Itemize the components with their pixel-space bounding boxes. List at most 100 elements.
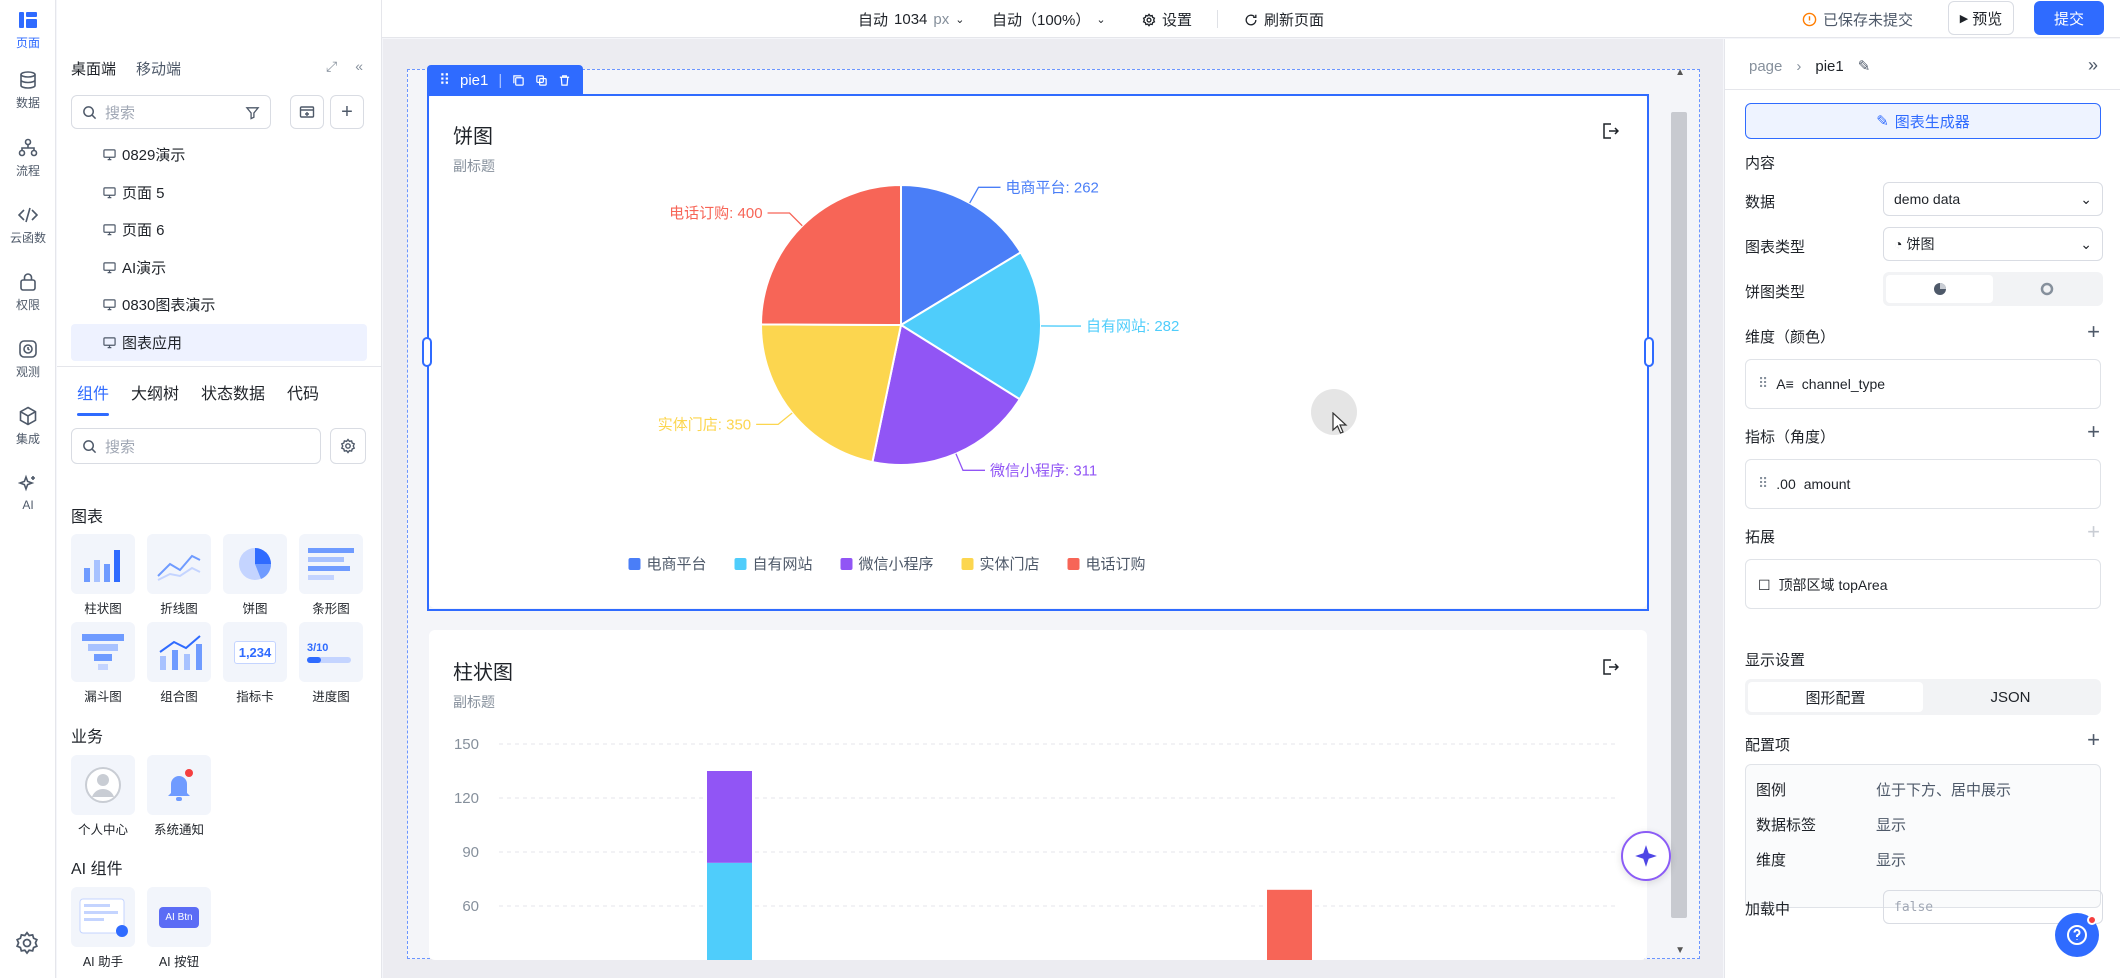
monitor-icon	[103, 299, 116, 311]
rail-item-pages[interactable]: 页面	[0, 0, 56, 60]
add-folder-button[interactable]	[290, 95, 324, 129]
refresh-button[interactable]: 刷新页面	[1244, 9, 1324, 30]
rail-item-flow[interactable]: 流程	[0, 128, 56, 188]
help-button[interactable]	[2055, 913, 2099, 957]
config-row[interactable]: 维度 显示	[1756, 849, 1906, 870]
chevron-down-icon: ⌄	[955, 14, 965, 26]
chart-generator-label: 图表生成器	[1894, 113, 1970, 131]
tab-code[interactable]: 代码	[287, 380, 319, 416]
submit-label: 提交	[2053, 10, 2084, 28]
config-row[interactable]: 数据标签 显示	[1756, 814, 1906, 835]
config-value: 显示	[1876, 817, 1907, 834]
rail-item-functions[interactable]: 云函数	[0, 195, 56, 255]
tab-mobile[interactable]: 移动端	[136, 58, 181, 79]
drag-handle-icon[interactable]: ⠿	[439, 71, 450, 89]
component-tile-ai-button[interactable]: AI Btn AI 按钮	[147, 887, 211, 970]
tab-json[interactable]: JSON	[1923, 682, 2098, 712]
add-metric-button[interactable]: +	[2087, 419, 2100, 445]
breadcrumb-root[interactable]: page	[1749, 58, 1782, 75]
canvas-scrollbar[interactable]	[1671, 112, 1687, 918]
zoom-selector[interactable]: 自动（100%） ⌄	[992, 9, 1106, 30]
gear-icon[interactable]	[14, 930, 40, 956]
tile-label: 漏斗图	[84, 690, 122, 704]
rail-item-integration[interactable]: 集成	[0, 396, 56, 456]
resize-handle-right[interactable]	[1644, 337, 1654, 367]
submit-button[interactable]: 提交	[2034, 1, 2104, 35]
component-settings-button[interactable]	[330, 428, 366, 464]
rail-item-data[interactable]: 数据	[0, 60, 56, 120]
component-tile-progress[interactable]: 3/10 进度图	[299, 622, 363, 705]
component-tile-notification[interactable]: 系统通知	[147, 755, 211, 838]
page-search-input[interactable]: 搜索	[71, 95, 271, 129]
ai-assistant-fab[interactable]	[1621, 831, 1671, 881]
filter-icon[interactable]	[245, 105, 260, 120]
metric-field[interactable]: ⠿ .00 amount	[1758, 475, 1850, 492]
width-selector[interactable]: 自动 1034 px ⌄	[858, 9, 964, 30]
scroll-up-icon[interactable]: ▲	[1675, 67, 1685, 78]
tab-outline[interactable]: 大纲树	[131, 380, 179, 416]
add-page-button[interactable]: +	[330, 95, 364, 129]
expand-icon[interactable]: ⤢	[326, 58, 337, 75]
section-title-business: 业务	[71, 729, 104, 746]
component-tile-pie[interactable]: 饼图	[223, 534, 287, 617]
page-item[interactable]: AI演示	[71, 249, 367, 287]
component-tile-hbar[interactable]: 条形图	[299, 534, 363, 617]
chart-generator-button[interactable]: ✎ 图表生成器	[1745, 103, 2101, 139]
page-item[interactable]: 0830图表演示	[71, 286, 367, 324]
chart-type-select[interactable]: ◔ 饼图 ⌄	[1883, 227, 2103, 261]
delete-icon[interactable]	[558, 74, 571, 87]
add-dimension-button[interactable]: +	[2087, 319, 2100, 345]
save-status-text: 已保存未提交	[1823, 12, 1914, 29]
component-tile-ai-assistant[interactable]: AI 助手	[71, 887, 135, 970]
checkbox-icon[interactable]: ☐	[1758, 577, 1771, 594]
config-row[interactable]: 图例 位于下方、居中展示	[1756, 779, 2011, 800]
question-icon	[2067, 925, 2087, 945]
page-item-selected[interactable]: 图表应用	[71, 323, 367, 361]
edit-icon[interactable]: ✎	[1858, 57, 1871, 75]
component-tile-bar[interactable]: 柱状图	[71, 534, 135, 617]
monitor-icon	[103, 224, 116, 236]
donut-option[interactable]	[1993, 275, 2100, 303]
data-label: 数据	[1745, 194, 1776, 211]
data-source-select[interactable]: demo data ⌄	[1883, 182, 2103, 216]
drag-handle-icon[interactable]: ⠿	[1758, 375, 1768, 392]
extend-item[interactable]: ☐ 顶部区域 topArea	[1758, 575, 1888, 595]
component-tile-line[interactable]: 折线图	[147, 534, 211, 617]
tab-state[interactable]: 状态数据	[201, 380, 265, 416]
resize-handle-left[interactable]	[422, 337, 432, 367]
dimension-field[interactable]: ⠿ A≡ channel_type	[1758, 375, 1885, 392]
pie-solid-option[interactable]	[1886, 275, 1993, 303]
settings-button[interactable]: 设置	[1142, 9, 1192, 30]
component-search-input[interactable]: 搜索	[71, 428, 321, 464]
duplicate-icon[interactable]	[535, 74, 548, 87]
ai-button-sample: AI Btn	[159, 906, 199, 928]
component-tile-combo[interactable]: 组合图	[147, 622, 211, 705]
component-tile-funnel[interactable]: 漏斗图	[71, 622, 135, 705]
tab-graphic-config[interactable]: 图形配置	[1748, 682, 1923, 712]
bar-chart-card[interactable]: 柱状图 副标题 150 120 90 60	[429, 630, 1647, 960]
drag-handle-icon[interactable]: ⠿	[1758, 475, 1768, 492]
preview-button[interactable]: ▶ 预览	[1948, 1, 2014, 35]
sparkle-icon	[1635, 845, 1657, 867]
add-config-button[interactable]: +	[2087, 727, 2100, 753]
component-tile-profile[interactable]: 个人中心	[71, 755, 135, 838]
copy-icon[interactable]	[512, 74, 525, 87]
collapse-panel-icon[interactable]: »	[2088, 55, 2098, 76]
page-item[interactable]: 页面 6	[71, 211, 367, 249]
y-tick-label: 90	[462, 844, 479, 861]
rail-item-permissions[interactable]: 权限	[0, 262, 56, 322]
tile-label: 饼图	[242, 602, 268, 616]
rail-item-observe[interactable]: 观测	[0, 329, 56, 389]
page-item[interactable]: 0829演示	[71, 136, 367, 174]
tab-desktop[interactable]: 桌面端	[71, 58, 116, 79]
gear-icon	[340, 438, 356, 454]
breadcrumb-current: pie1	[1815, 57, 1844, 75]
page-item[interactable]: 页面 5	[71, 174, 367, 212]
tab-components[interactable]: 组件	[77, 380, 110, 416]
scroll-down-icon[interactable]: ▼	[1675, 945, 1685, 956]
collapse-icon[interactable]: «	[355, 58, 363, 75]
component-tile-metric[interactable]: 1,234 指标卡	[223, 622, 287, 705]
add-extend-button[interactable]: +	[2087, 519, 2100, 545]
rail-item-ai[interactable]: AI	[0, 463, 56, 523]
thumbnail	[223, 534, 287, 594]
